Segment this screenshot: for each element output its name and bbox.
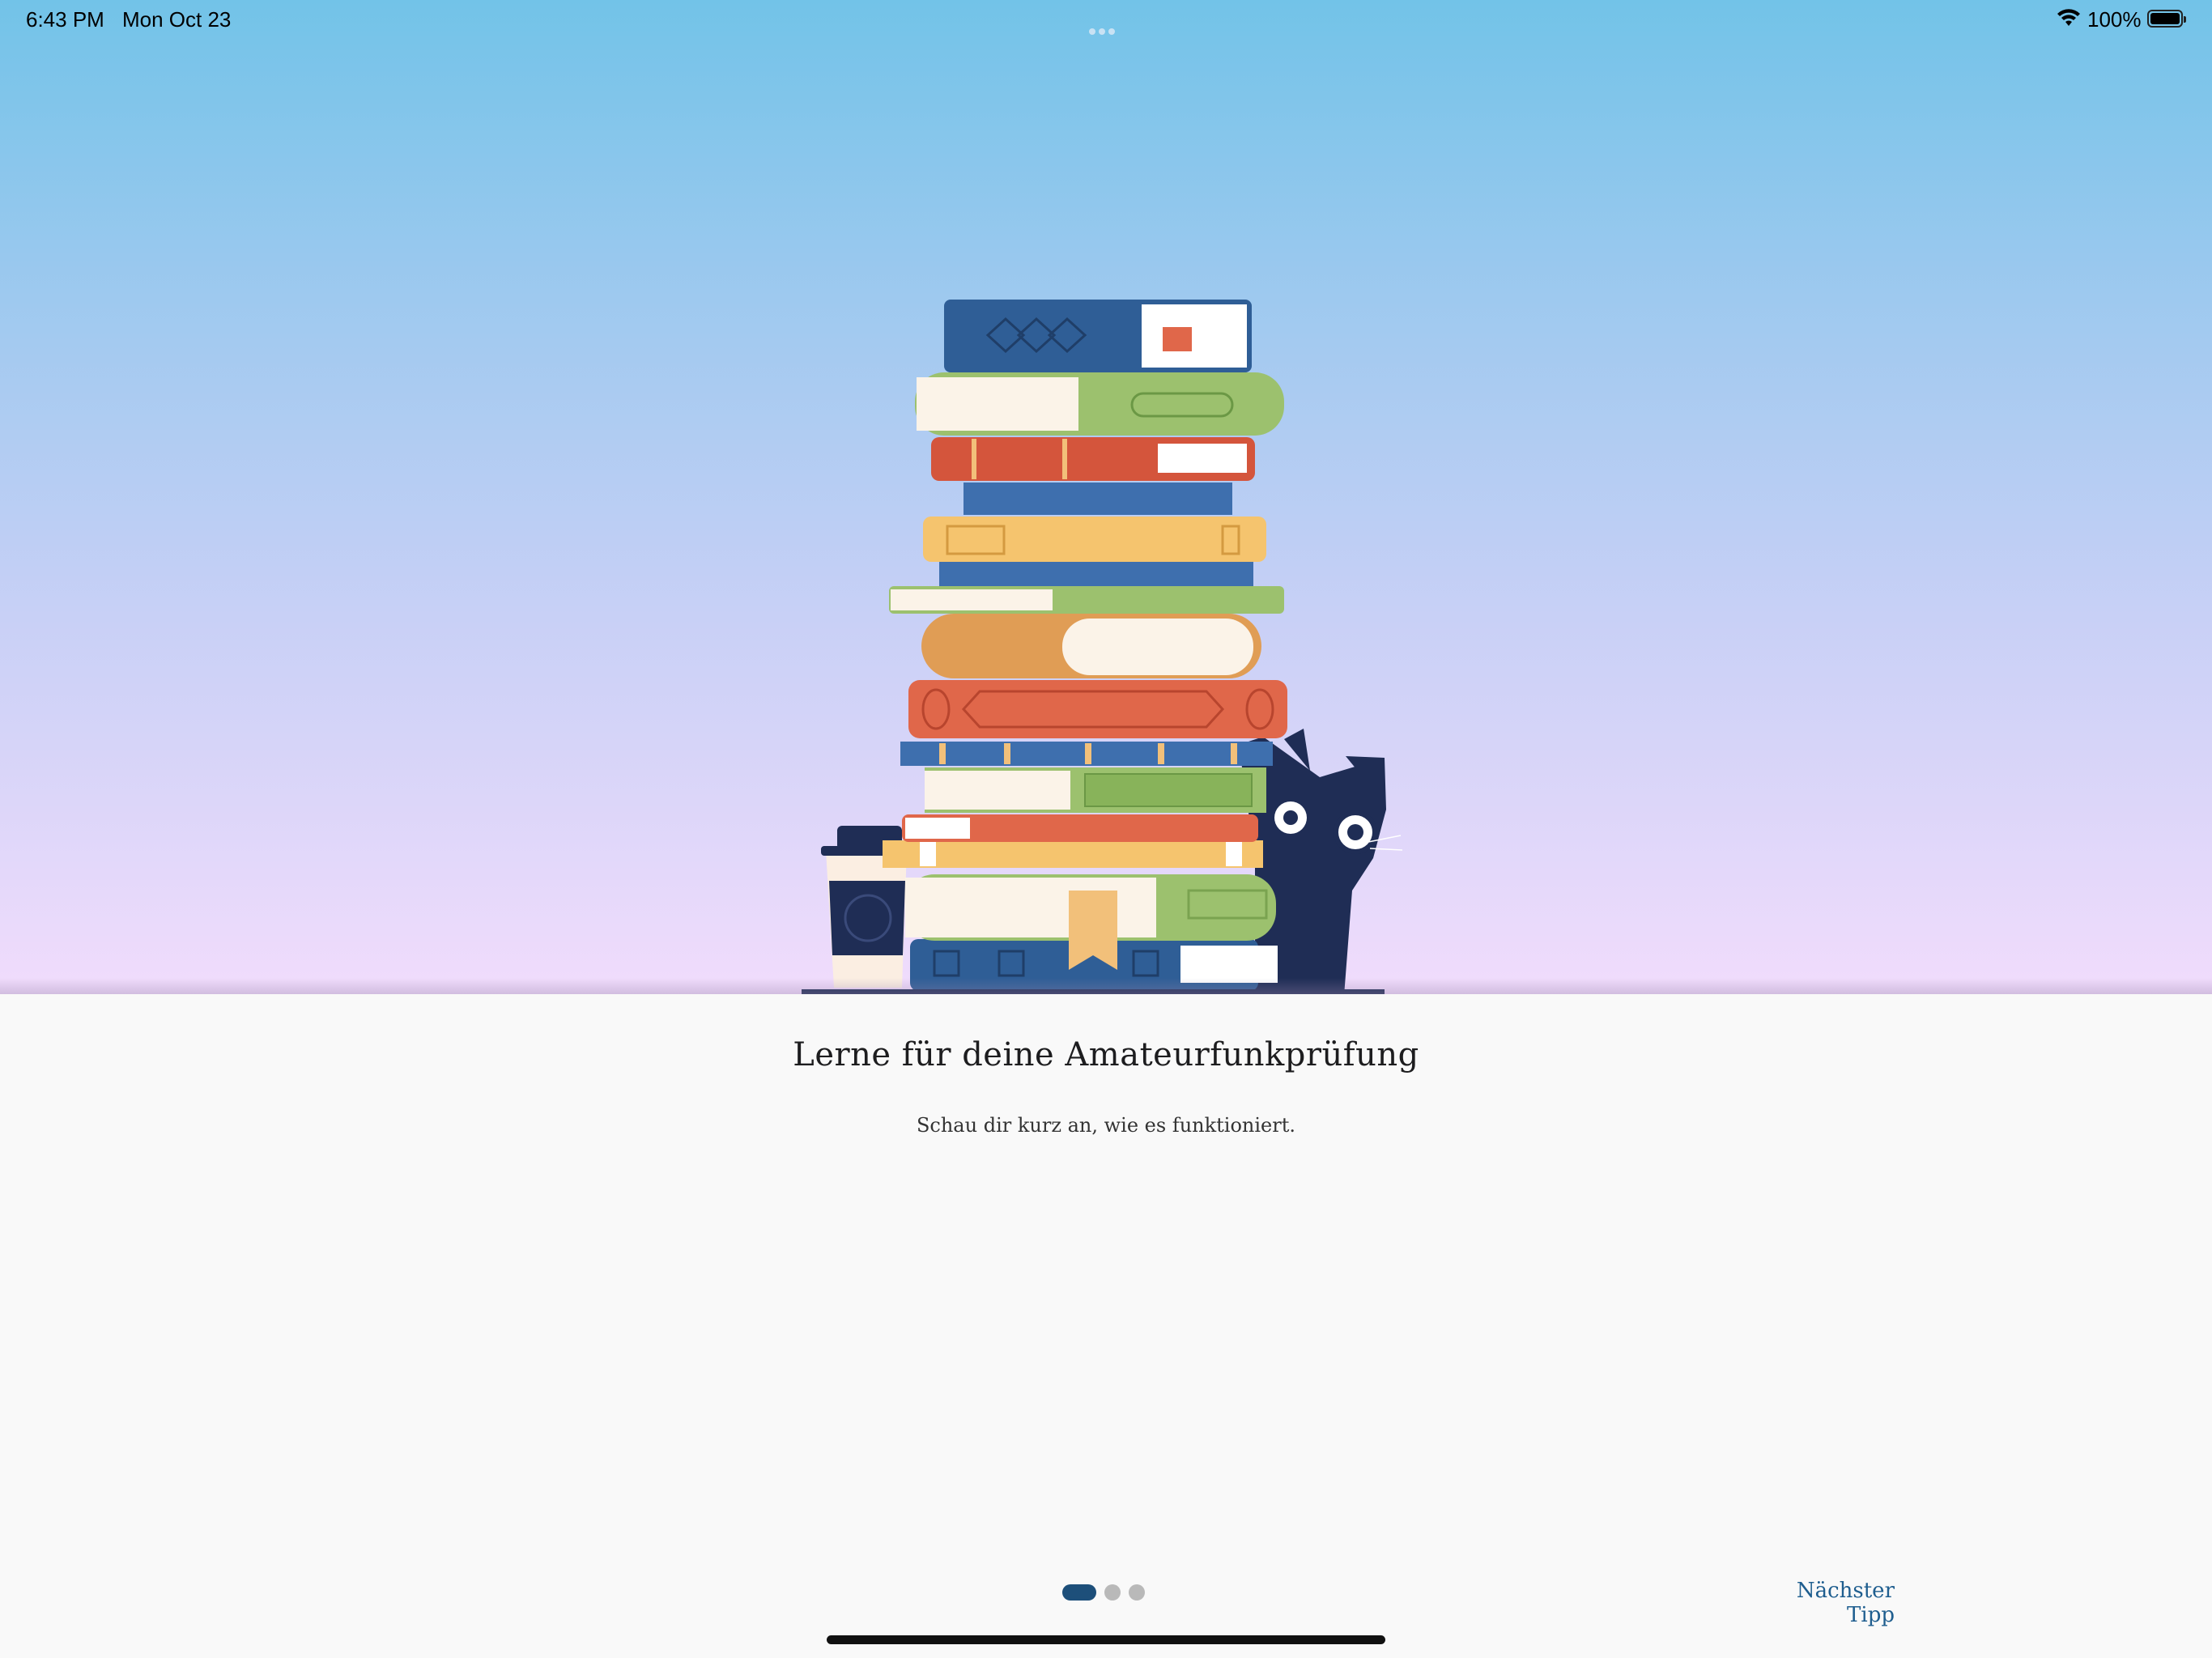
book-yellow-thin [883,840,1263,868]
book-orange-rounded [921,614,1261,678]
battery-icon [2147,10,2186,28]
page-dot-2[interactable] [1104,1584,1121,1601]
multitasking-dots-icon[interactable] [1089,15,1118,40]
status-time: 6:43 PM [26,7,104,32]
book-red-thin [902,814,1258,842]
onboarding-title: Lerne für deine Amateurfunkprüfung [793,1036,1419,1073]
book-blue-spine [963,483,1232,515]
book-blue-thin [900,742,1273,766]
book-cream-green [925,767,1266,813]
onboarding-subtitle: Schau dir kurz an, wie es funktioniert. [916,1114,1296,1137]
battery-percentage: 100% [2087,7,2142,32]
book-red-large [908,680,1287,738]
book-green-top [915,372,1284,436]
page-indicator[interactable] [1062,1583,1145,1602]
page-dot-3[interactable] [1129,1584,1145,1601]
hero-shadow [0,978,2212,994]
book-top-blue [944,300,1252,372]
wifi-icon [2057,8,2081,33]
hero-banner: 6:43 PM Mon Oct 23 100% [0,0,2212,994]
status-bar: 6:43 PM Mon Oct 23 100% [0,0,2212,39]
home-indicator[interactable] [827,1635,1385,1644]
book-yellow-mid [923,517,1266,562]
next-tip-button[interactable]: Nächster Tipp [1749,1579,1895,1627]
status-date: Mon Oct 23 [122,7,232,32]
page-dot-1[interactable] [1062,1584,1096,1601]
book-red-mid [931,437,1255,481]
books-cat-illustration [802,291,1417,994]
book-blue-mid [939,562,1253,586]
book-green-thin [889,586,1284,614]
